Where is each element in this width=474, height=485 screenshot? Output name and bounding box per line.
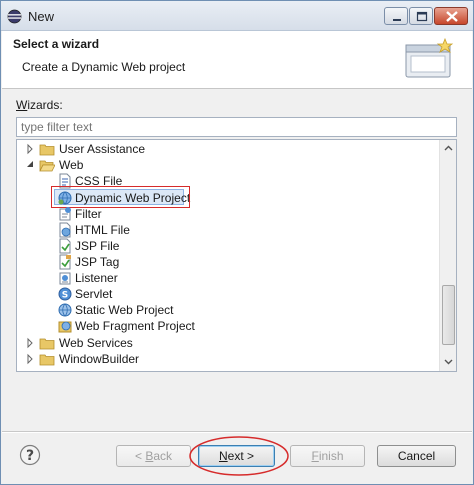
tree-item-web-services[interactable]: Web Services — [17, 335, 437, 351]
minimize-button[interactable] — [384, 7, 408, 25]
servlet-icon: S — [58, 287, 72, 301]
tree-item-label: Web — [59, 158, 84, 172]
tree-item-web[interactable]: Web — [17, 157, 437, 173]
wizard-tree[interactable]: User Assistance Web CSS File Dynamic Web… — [16, 139, 457, 372]
close-icon — [446, 11, 458, 22]
svg-text:S: S — [62, 291, 68, 301]
tree-item-label: User Assistance — [59, 142, 146, 156]
collapsed-arrow-icon[interactable] — [25, 337, 35, 349]
footer-separator-highlight — [2, 432, 472, 433]
close-button[interactable] — [434, 7, 468, 25]
tree-item-label: JSP File — [75, 239, 120, 253]
tree-item-jsp-file[interactable]: JSP File — [17, 238, 437, 254]
header-title: Select a wizard — [13, 37, 100, 51]
collapsed-arrow-icon[interactable] — [25, 353, 35, 365]
highlight-outline — [51, 186, 190, 208]
back-button[interactable]: < Back — [116, 445, 191, 467]
jsp-tag-icon — [59, 254, 71, 270]
highlight-ellipse — [189, 436, 289, 476]
expanded-arrow-icon[interactable] — [25, 159, 35, 171]
eclipse-icon — [7, 9, 22, 24]
maximize-icon — [416, 11, 428, 22]
tree-item-html-file[interactable]: HTML File — [17, 222, 437, 238]
html-file-icon — [59, 222, 71, 238]
vertical-scrollbar[interactable] — [439, 140, 456, 371]
tree-item-label: Servlet — [75, 287, 113, 301]
wizard-banner-icon — [405, 37, 454, 78]
tree-item-label: Listener — [75, 271, 118, 285]
cancel-button[interactable]: Cancel — [377, 445, 456, 467]
scroll-up-icon[interactable] — [441, 141, 456, 156]
title-bar[interactable]: New — [1, 1, 473, 31]
tree-item-label: WindowBuilder — [59, 352, 140, 366]
tree-item-servlet[interactable]: S Servlet — [17, 286, 437, 302]
wizard-header: Select a wizard Create a Dynamic Web pro… — [2, 31, 472, 89]
tree-item-label: Web Services — [59, 336, 133, 350]
help-icon[interactable]: ? — [19, 444, 41, 466]
web-fragment-project-icon — [58, 321, 72, 333]
tree-item-windowbuilder[interactable]: WindowBuilder — [17, 351, 437, 367]
filter-icon — [59, 207, 71, 221]
listener-icon — [59, 272, 71, 285]
filter-input[interactable] — [16, 117, 457, 137]
folder-icon — [39, 354, 55, 366]
window-title: New — [28, 9, 55, 24]
folder-icon — [39, 144, 55, 156]
tree-item-static-web-project[interactable]: Static Web Project — [17, 302, 437, 318]
scroll-down-icon[interactable] — [441, 354, 456, 369]
tree-item-user-assistance[interactable]: User Assistance — [17, 141, 437, 157]
svg-text:?: ? — [26, 448, 34, 464]
new-wizard-dialog: New Select a wizard Create a Dynamic Web… — [0, 0, 474, 485]
tree-item-jsp-tag[interactable]: JSP Tag — [17, 254, 437, 270]
tree-item-label: JSP Tag — [75, 255, 120, 269]
folder-icon — [39, 338, 55, 350]
tree-item-filter[interactable]: Filter — [17, 206, 437, 222]
tree-item-label: Static Web Project — [75, 303, 174, 317]
scrollbar-thumb[interactable] — [442, 285, 455, 345]
static-web-project-icon — [58, 303, 72, 317]
jsp-file-icon — [59, 238, 71, 254]
collapsed-arrow-icon[interactable] — [25, 143, 35, 155]
maximize-button[interactable] — [409, 7, 433, 25]
tree-item-listener[interactable]: Listener — [17, 270, 437, 286]
finish-button[interactable]: Finish — [290, 445, 365, 467]
tree-item-label: HTML File — [75, 223, 130, 237]
folder-open-icon — [39, 160, 55, 172]
minimize-icon — [393, 19, 401, 21]
tree-item-web-fragment-project[interactable]: Web Fragment Project — [17, 318, 437, 334]
wizards-label: Wizards: — [16, 98, 63, 112]
tree-item-label: Filter — [75, 207, 102, 221]
header-description: Create a Dynamic Web project — [22, 60, 186, 74]
tree-item-label: Web Fragment Project — [75, 319, 195, 333]
